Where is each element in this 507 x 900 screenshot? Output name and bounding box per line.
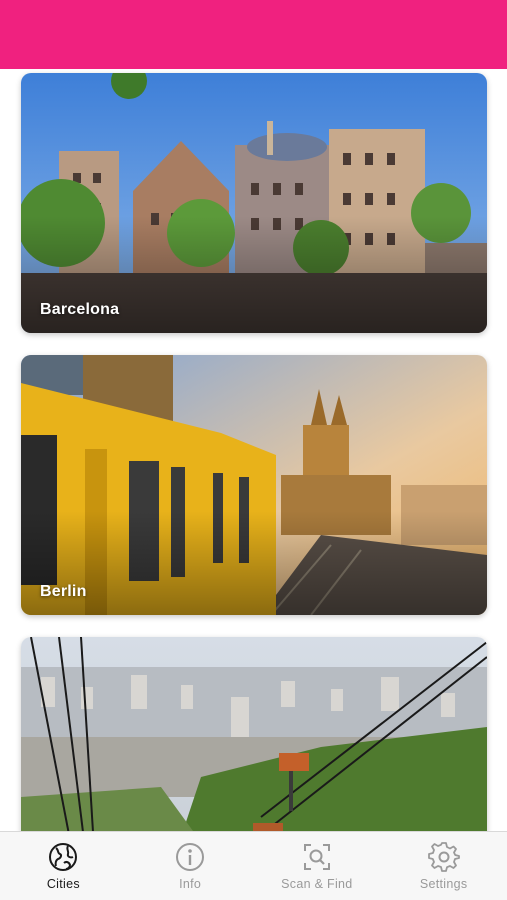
city-photo [21, 637, 487, 831]
city-card-berlin[interactable]: Berlin [21, 355, 487, 615]
bottom-tab-bar: Cities Info Scan & Find Settings [0, 831, 507, 900]
tab-cities[interactable]: Cities [0, 832, 127, 900]
info-icon [176, 843, 205, 871]
tab-label: Cities [46, 877, 80, 891]
city-photo [21, 355, 487, 615]
tab-label: Info [179, 877, 202, 891]
city-card-barcelona[interactable]: Barcelona [21, 73, 487, 333]
tab-scan-and-find[interactable]: Scan & Find [254, 832, 381, 900]
tab-label: Scan & Find [281, 877, 353, 891]
tab-label: Settings [419, 877, 468, 891]
city-photo [21, 73, 487, 333]
city-name: Barcelona [40, 301, 120, 318]
tab-info[interactable]: Info [127, 832, 254, 900]
city-card-3[interactable] [21, 637, 487, 831]
app-header-bar [0, 0, 507, 69]
city-list[interactable]: Barcelona Berlin [0, 69, 507, 831]
scan-icon [303, 844, 330, 870]
globe-icon [49, 843, 78, 871]
city-name: Berlin [40, 583, 87, 600]
gear-icon [427, 842, 460, 872]
tab-settings[interactable]: Settings [380, 832, 507, 900]
